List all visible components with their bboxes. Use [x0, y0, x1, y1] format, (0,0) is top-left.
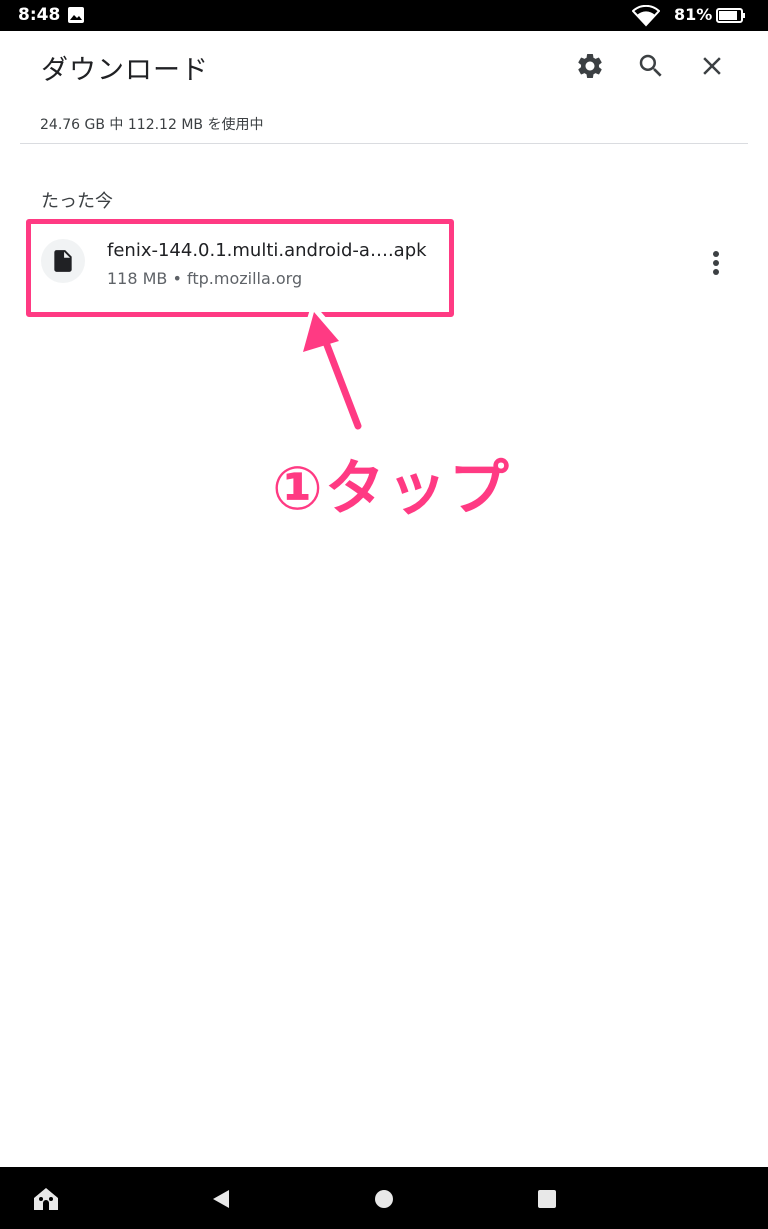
file-icon — [54, 250, 72, 272]
annotation-arrow-icon — [296, 306, 365, 433]
recents-icon — [538, 1190, 556, 1208]
back-icon — [213, 1190, 229, 1208]
gear-icon — [578, 53, 602, 78]
file-name: fenix-144.0.1.multi.android-a….apk — [107, 240, 427, 261]
download-item[interactable]: fenix-144.0.1.multi.android-a….apk 118 M… — [26, 219, 450, 311]
file-icon-container — [41, 239, 85, 283]
nav-home-button[interactable] — [28, 1181, 64, 1217]
status-time: 8:48 — [18, 5, 61, 25]
annotation-tap-label: ①タップ — [272, 454, 511, 524]
file-meta: 118 MB • ftp.mozilla.org — [107, 269, 303, 288]
search-button[interactable] — [633, 48, 669, 84]
more-vert-icon — [713, 251, 719, 275]
search-icon — [639, 54, 662, 77]
circle-home-icon — [375, 1190, 393, 1208]
battery-percentage: 81% — [674, 5, 713, 24]
close-button[interactable] — [694, 48, 730, 84]
page-title: ダウンロード — [41, 55, 209, 86]
battery-icon — [716, 8, 745, 23]
settings-button[interactable] — [572, 48, 608, 84]
wifi-icon — [632, 5, 660, 27]
nav-back-button[interactable] — [203, 1181, 239, 1217]
navigation-bar — [0, 1167, 768, 1229]
home-icon — [34, 1188, 58, 1210]
image-icon — [68, 7, 84, 23]
nav-circle-home-button[interactable] — [366, 1181, 402, 1217]
more-options-button[interactable] — [700, 245, 732, 281]
close-icon — [703, 57, 721, 75]
nav-recents-button[interactable] — [529, 1181, 565, 1217]
section-header: たった今 — [41, 191, 113, 212]
status-bar: 8:48 81% — [0, 0, 768, 31]
divider — [20, 143, 748, 144]
storage-usage: 24.76 GB 中 112.12 MB を使用中 — [40, 117, 264, 133]
